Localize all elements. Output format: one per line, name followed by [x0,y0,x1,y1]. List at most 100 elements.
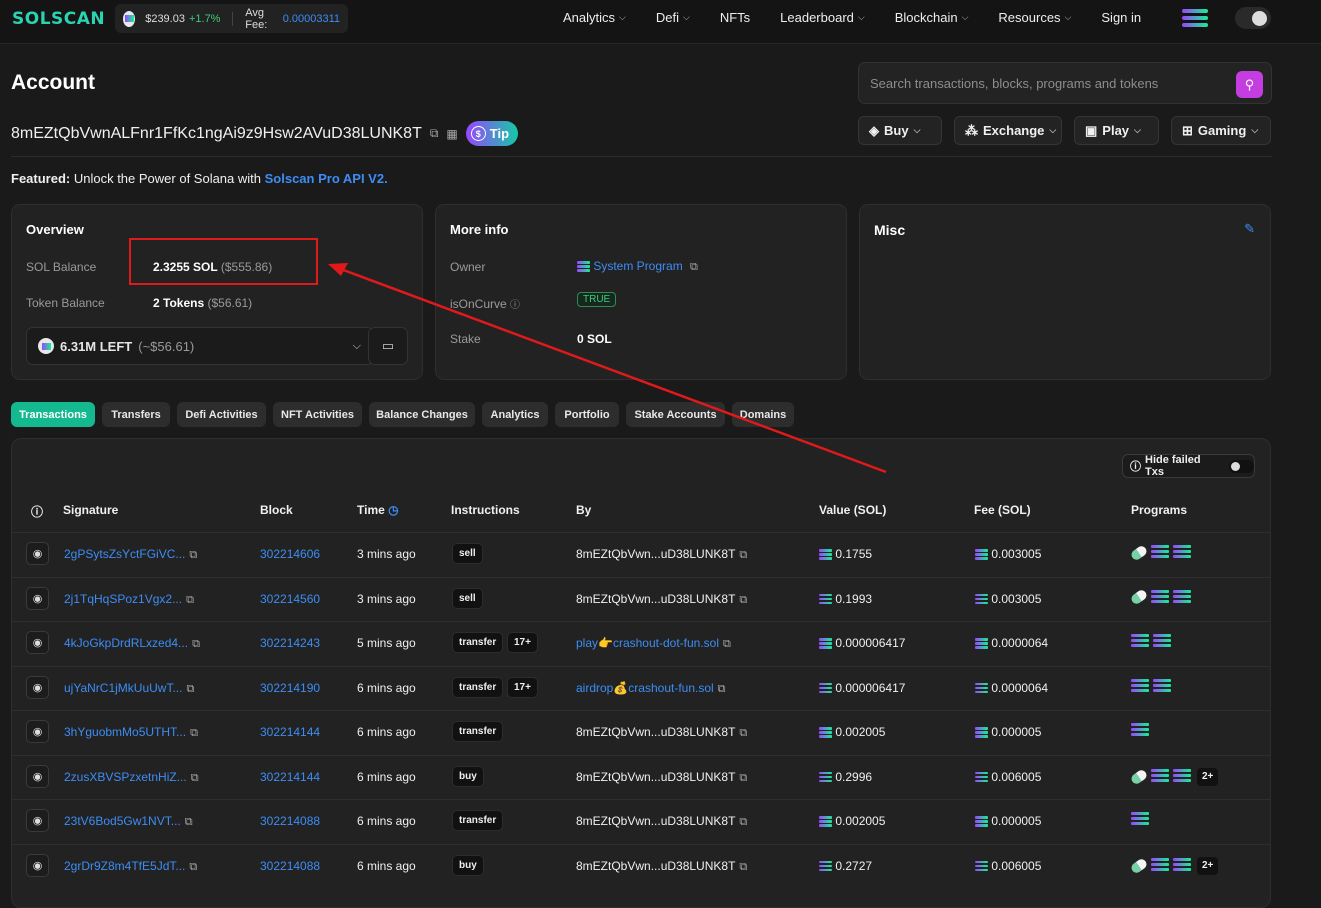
by-address[interactable]: 8mEZtQbVwn...uD38LUNK8T [576,547,735,561]
block-link[interactable]: 302214606 [260,547,320,561]
tab-transactions[interactable]: Transactions [11,402,95,427]
instruction-badge[interactable]: transfer [452,632,504,653]
copy-icon[interactable]: ⧉ [189,549,197,561]
block-link[interactable]: 302214088 [260,859,320,873]
pill-program-icon[interactable] [1129,856,1149,875]
tab-defi-activities[interactable]: Defi Activities [177,402,266,427]
by-address[interactable]: 8mEZtQbVwn...uD38LUNK8T [576,592,735,606]
toggle-switch[interactable] [1229,459,1254,473]
program-icon[interactable] [1131,634,1149,649]
copy-icon[interactable]: ⧉ [739,594,747,606]
program-icon[interactable] [1151,769,1169,784]
instruction-badge[interactable]: transfer [452,721,504,742]
instruction-count-badge[interactable]: 17+ [507,632,538,653]
signature-link[interactable]: 2j1TqHqSPoz1Vgx2... [64,592,182,606]
program-icon[interactable] [1131,678,1149,694]
more-programs-badge[interactable]: 2+ [1197,767,1219,786]
copy-icon[interactable]: ⧉ [739,816,747,828]
block-link[interactable]: 302214144 [260,770,320,784]
copy-icon[interactable]: ⧉ [185,816,193,828]
buy-button[interactable]: ◈ Buy ⌵ [858,116,942,145]
wallet-button[interactable]: ▭ [368,327,408,365]
view-details-button[interactable]: ◉ [26,853,49,877]
signature-link[interactable]: 2grDr9Z8m4TfE5JdT... [64,859,185,873]
hide-failed-toggle[interactable]: ⓘ Hide failed Txs [1122,454,1255,478]
by-address[interactable]: 8mEZtQbVwn...uD38LUNK8T [576,770,735,784]
signature-link[interactable]: 3hYguobmMo5UTHT... [64,725,186,739]
instruction-badge[interactable]: transfer [452,810,504,831]
copy-icon[interactable]: ⧉ [190,727,198,739]
signature-link[interactable]: ujYaNrC1jMkUuUwT... [64,681,182,695]
signature-link[interactable]: 23tV6Bod5Gw1NVT... [64,814,181,828]
program-icon[interactable] [1173,769,1191,784]
instruction-badge[interactable]: sell [452,543,483,564]
by-address[interactable]: 8mEZtQbVwn...uD38LUNK8T [576,725,735,739]
copy-icon[interactable]: ⧉ [186,594,194,606]
nav-leaderboard[interactable]: Leaderboard ⌵ [780,10,865,25]
qr-code-icon[interactable]: ▦ [446,127,457,141]
solana-network-icon[interactable] [1182,9,1208,29]
tab-transfers[interactable]: Transfers [102,402,170,427]
owner-value[interactable]: System Program ⧉ [577,259,698,274]
copy-icon[interactable]: ⧉ [739,549,747,561]
block-link[interactable]: 302214144 [260,725,320,739]
program-icon[interactable] [1153,678,1171,694]
by-address[interactable]: 8mEZtQbVwn...uD38LUNK8T [576,814,735,828]
program-icon[interactable] [1151,589,1169,605]
by-address[interactable]: airdrop💰crashout-fun.sol [576,681,714,695]
view-details-button[interactable]: ◉ [26,809,49,832]
block-link[interactable]: 302214243 [260,636,320,650]
gaming-button[interactable]: ⊞ Gaming ⌵ [1171,116,1271,145]
view-details-button[interactable]: ◉ [26,542,49,565]
tab-analytics[interactable]: Analytics [482,402,548,427]
more-programs-badge[interactable]: 2+ [1197,856,1219,875]
nav-defi[interactable]: Defi ⌵ [656,10,690,25]
view-details-button[interactable]: ◉ [26,675,49,699]
tab-domains[interactable]: Domains [732,402,794,427]
block-link[interactable]: 302214560 [260,592,320,606]
tab-nft-activities[interactable]: NFT Activities [273,402,362,427]
copy-icon[interactable]: ⧉ [723,638,731,650]
signature-link[interactable]: 2zusXBVSPzxetnHiZ... [64,770,187,784]
by-address[interactable]: play👉crashout-dot-fun.sol [576,636,719,650]
program-icon[interactable] [1131,723,1149,738]
view-details-button[interactable]: ◉ [26,586,49,610]
pill-program-icon[interactable] [1129,767,1149,786]
pill-program-icon[interactable] [1129,588,1149,606]
clock-icon[interactable]: ◷ [388,503,398,517]
pill-program-icon[interactable] [1129,543,1149,562]
signature-link[interactable]: 4kJoGkpDrdRLxzed4... [64,636,188,650]
view-details-button[interactable]: ◉ [26,764,49,788]
token-select[interactable]: 6.31M LEFT (~$56.61) ⌵ [26,327,374,365]
tab-balance-changes[interactable]: Balance Changes [369,402,475,427]
copy-icon[interactable]: ⧉ [430,126,439,141]
by-address[interactable]: 8mEZtQbVwn...uD38LUNK8T [576,859,735,873]
solscan-logo[interactable]: SOLSCAN [12,9,105,29]
tip-button[interactable]: $ Tip [465,121,519,146]
copy-icon[interactable]: ⧉ [739,772,747,784]
view-details-button[interactable]: ◉ [26,720,49,743]
program-icon[interactable] [1151,858,1169,873]
nav-analytics[interactable]: Analytics ⌵ [563,10,626,25]
featured-link[interactable]: Solscan Pro API V2. [265,171,388,186]
play-button[interactable]: ▣ Play ⌵ [1074,116,1159,145]
program-icon[interactable] [1173,545,1191,560]
exchange-button[interactable]: ⁂ Exchange ⌵ [954,116,1062,145]
program-icon[interactable] [1173,589,1191,605]
nav-sign-in[interactable]: Sign in [1101,10,1141,25]
instruction-count-badge[interactable]: 17+ [507,676,538,698]
view-details-button[interactable]: ◉ [26,631,49,654]
nav-nfts[interactable]: NFTs [720,10,750,25]
copy-icon[interactable]: ⧉ [189,861,197,873]
nav-resources[interactable]: Resources ⌵ [998,10,1071,25]
instruction-badge[interactable]: sell [452,587,483,609]
copy-icon[interactable]: ⧉ [192,638,200,650]
instruction-badge[interactable]: buy [452,854,484,876]
search-button[interactable]: ⚲ [1236,71,1263,98]
instruction-badge[interactable]: transfer [452,676,504,698]
tab-stake-accounts[interactable]: Stake Accounts [626,402,725,427]
block-link[interactable]: 302214088 [260,814,320,828]
copy-icon[interactable]: ⧉ [718,683,726,695]
tab-portfolio[interactable]: Portfolio [555,402,619,427]
help-icon[interactable]: ⓘ [31,503,43,520]
